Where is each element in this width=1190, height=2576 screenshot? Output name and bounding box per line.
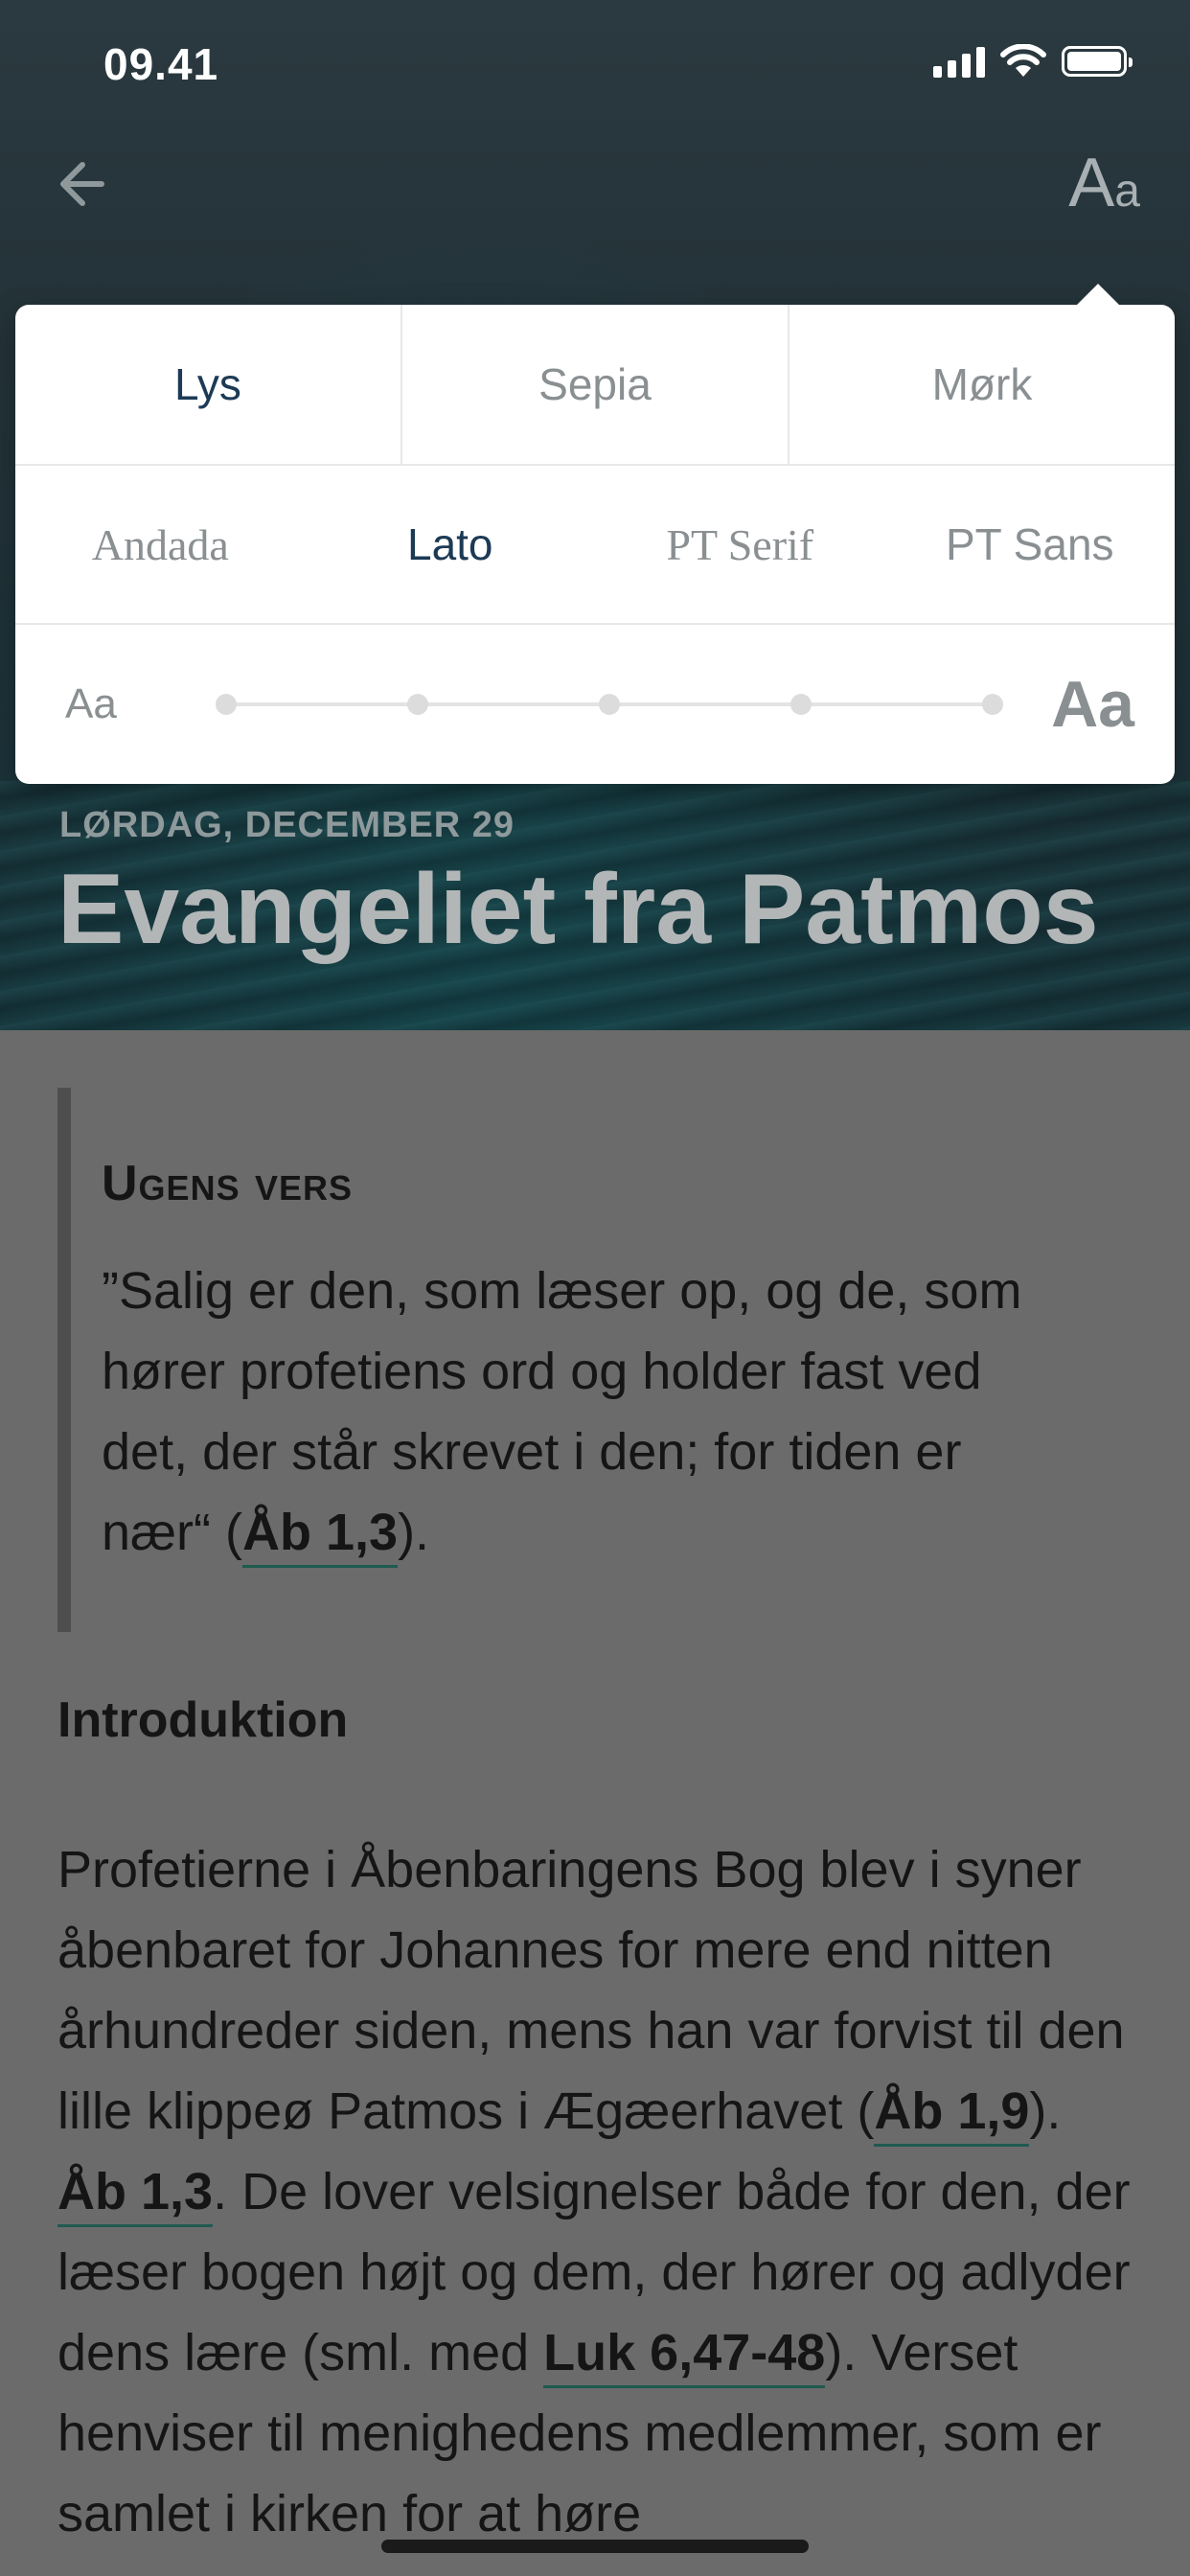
reading-settings-popover: Lys Sepia Mørk Andada Lato PT Serif PT S… — [15, 284, 1175, 784]
memory-verse-end: ). — [398, 1504, 430, 1561]
reader-screen: 09.41 Aa LØRDAG, DECEMBER 29 Evangeliet … — [0, 0, 1190, 2576]
lesson-content: Ugens vers ”Salig er den, som læser op, … — [0, 1030, 1190, 2576]
font-size-stop[interactable] — [407, 694, 428, 715]
font-settings-button[interactable]: Aa — [1068, 144, 1140, 222]
font-size-large-label: Aa — [1051, 668, 1134, 741]
font-option-lato[interactable]: Lato — [306, 466, 596, 623]
font-size-stop[interactable] — [790, 694, 812, 715]
font-option-pt-sans[interactable]: PT Sans — [885, 466, 1176, 623]
verse-link[interactable]: Åb 1,9 — [874, 2082, 1030, 2147]
theme-option-light[interactable]: Lys — [15, 305, 400, 464]
font-settings-label-small: a — [1114, 166, 1140, 217]
font-size-slider[interactable] — [216, 694, 1003, 715]
popover-arrow — [1077, 284, 1119, 305]
battery-icon — [1062, 46, 1133, 77]
theme-option-dark[interactable]: Mørk — [788, 305, 1175, 464]
memory-verse-body: ”Salig er den, som læser op, og de, som … — [102, 1262, 1022, 1561]
font-size-stop[interactable] — [216, 694, 237, 715]
status-time: 09.41 — [103, 39, 219, 89]
lesson-title: Evangeliet fra Patmos — [57, 854, 1099, 965]
font-size-selector: Aa Aa — [15, 625, 1175, 784]
theme-option-sepia[interactable]: Sepia — [400, 305, 788, 464]
verse-link[interactable]: Åb 1,3 — [242, 1504, 399, 1568]
theme-selector: Lys Sepia Mørk — [15, 305, 1175, 466]
font-selector: Andada Lato PT Serif PT Sans — [15, 466, 1175, 625]
font-option-pt-serif[interactable]: PT Serif — [595, 466, 885, 623]
cellular-signal-icon — [933, 45, 985, 78]
font-size-stop[interactable] — [599, 694, 620, 715]
section-paragraph: Profetierne i Åbenbaringens Bog blev i s… — [57, 1829, 1140, 2554]
section-heading: Introduktion — [57, 1692, 349, 1748]
font-settings-label-big: A — [1068, 145, 1115, 221]
font-size-small-label: Aa — [65, 680, 117, 727]
paragraph-text: ). — [1029, 2082, 1062, 2140]
status-icons — [933, 44, 1133, 79]
wifi-icon — [1000, 44, 1046, 77]
font-size-stop[interactable] — [982, 694, 1003, 715]
back-arrow-icon[interactable] — [50, 153, 111, 215]
home-indicator[interactable] — [381, 2540, 809, 2553]
verse-link[interactable]: Åb 1,3 — [57, 2163, 214, 2227]
lesson-date: LØRDAG, DECEMBER 29 — [59, 805, 515, 845]
font-option-andada[interactable]: Andada — [15, 466, 306, 623]
memory-verse-text: ”Salig er den, som læser op, og de, som … — [102, 1251, 1069, 1573]
status-bar: 09.41 — [0, 0, 1190, 125]
memory-verse-heading: Ugens vers — [102, 1156, 354, 1211]
verse-link[interactable]: Luk 6,47-48 — [543, 2324, 826, 2388]
